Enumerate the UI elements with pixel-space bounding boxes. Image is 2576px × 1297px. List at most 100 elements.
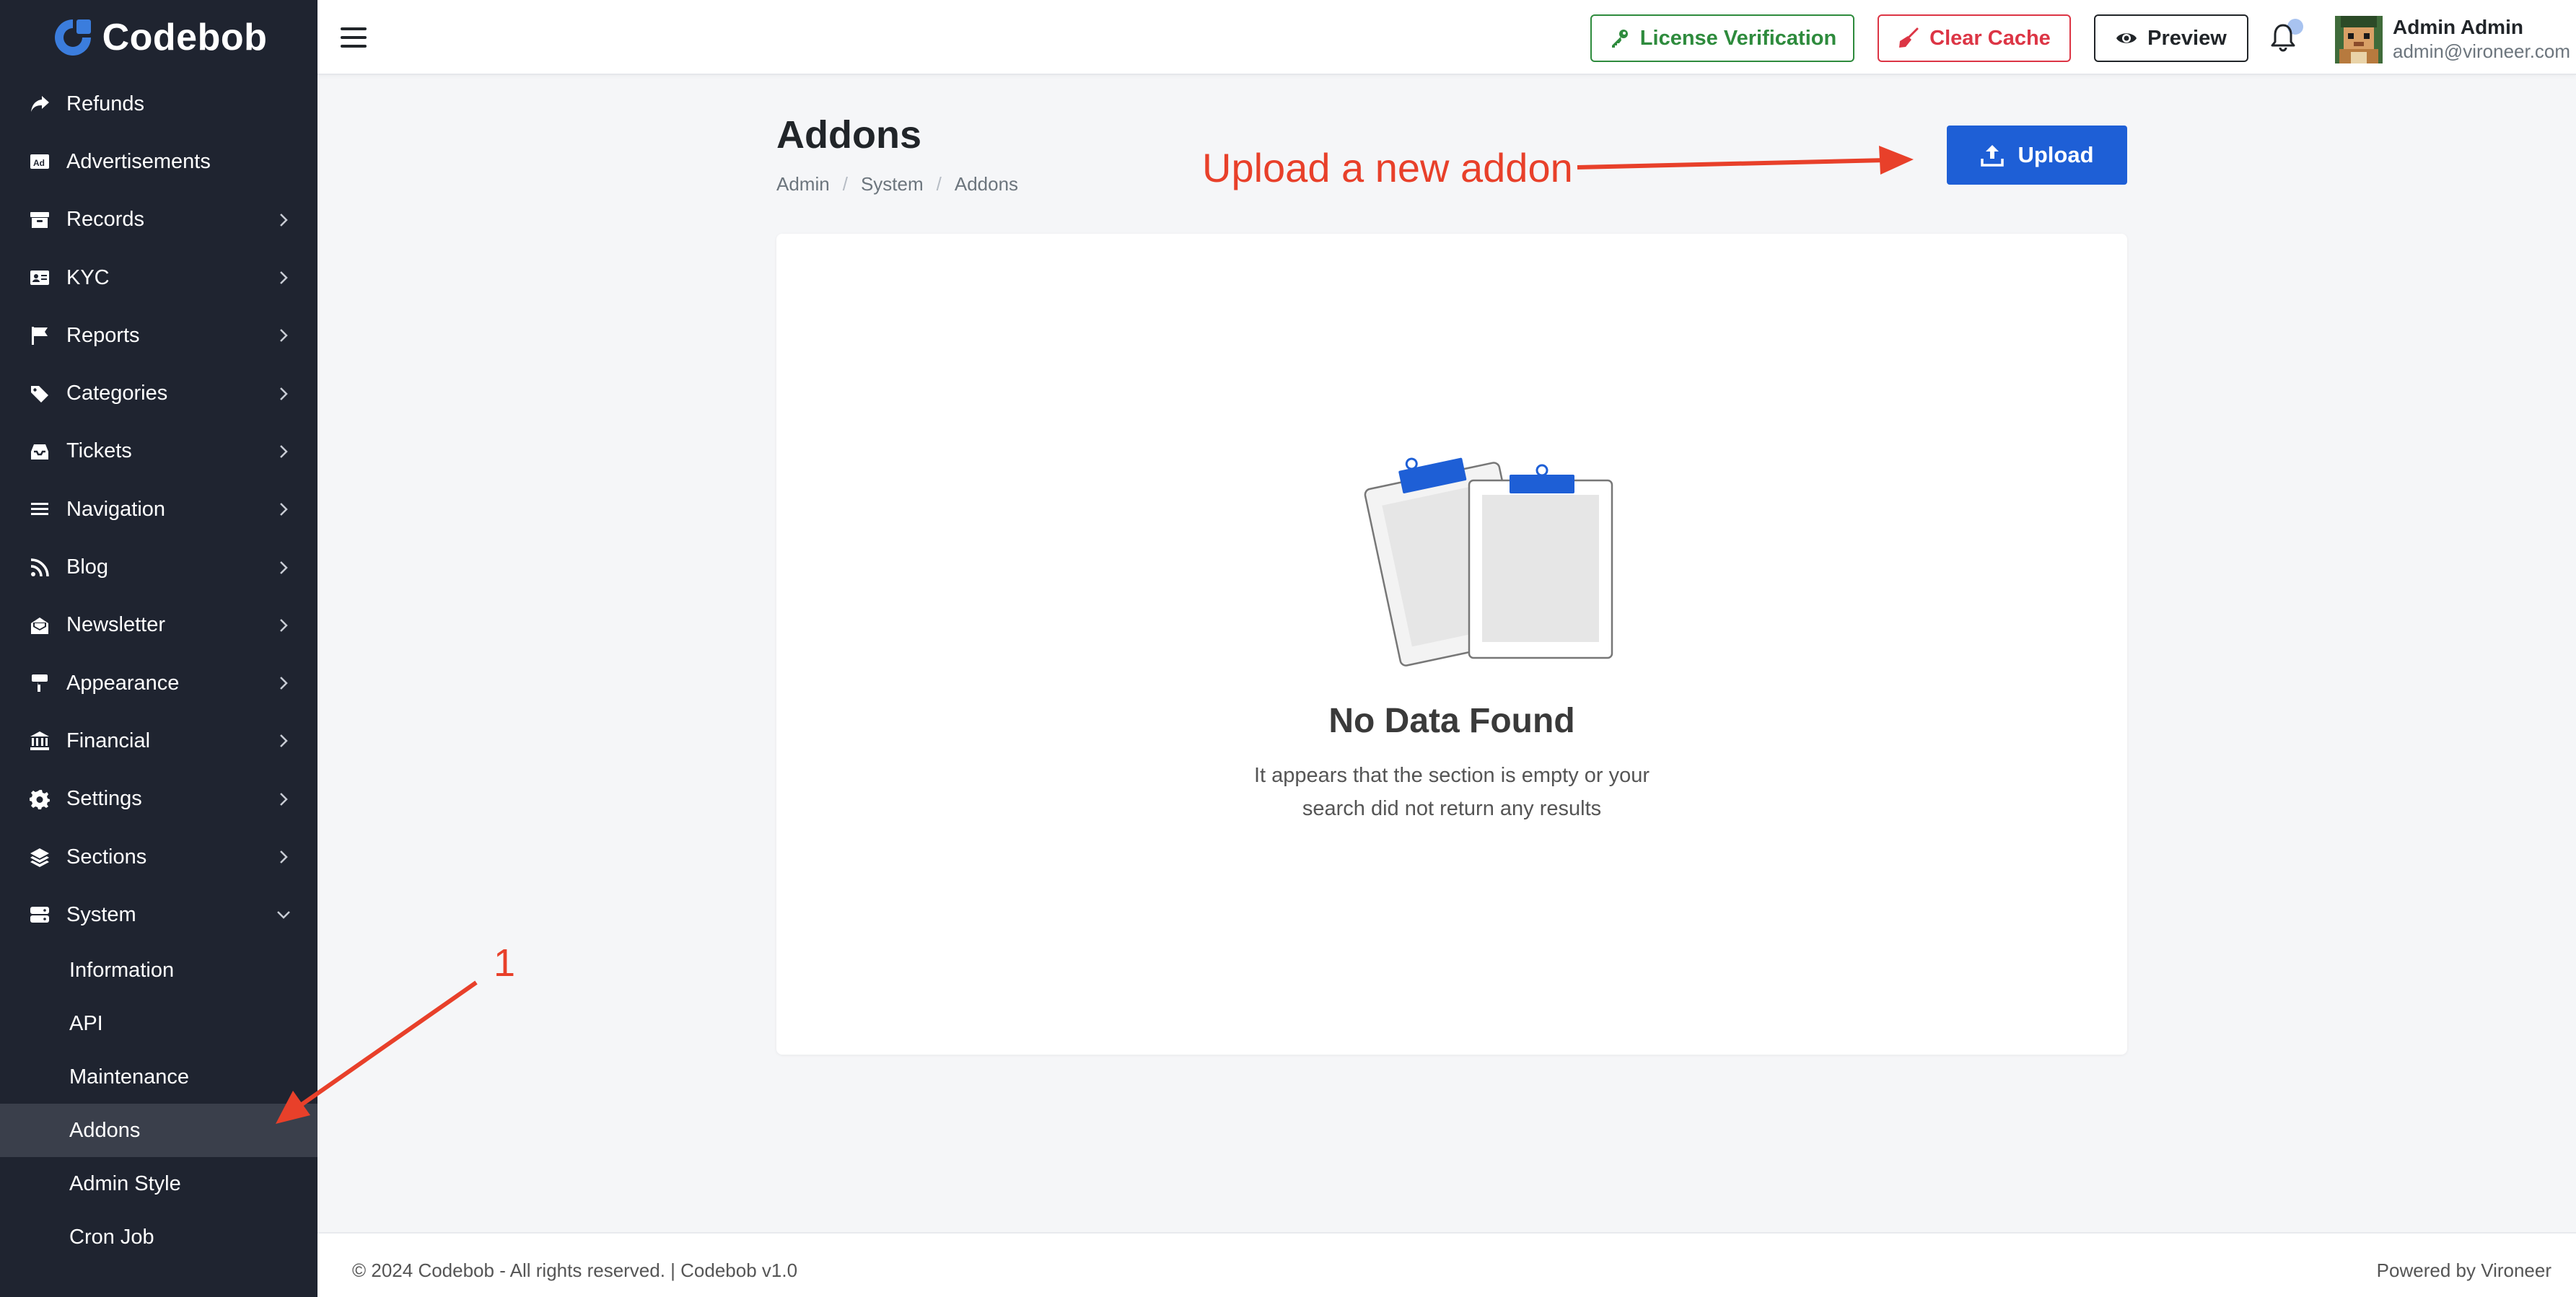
footer-copyright: © 2024 Codebob - All rights reserved. | … bbox=[352, 1259, 798, 1281]
flag-icon bbox=[27, 323, 52, 348]
envelope-open-icon bbox=[27, 613, 52, 638]
tags-icon bbox=[27, 382, 52, 406]
archive-icon bbox=[27, 208, 52, 232]
codebob-logo-icon bbox=[54, 19, 91, 56]
sidebar-subitem-maintenance[interactable]: Maintenance bbox=[0, 1050, 317, 1104]
breadcrumb-item-admin[interactable]: Admin bbox=[776, 173, 830, 195]
ad-icon: Ad bbox=[27, 149, 52, 174]
chevron-right-icon bbox=[280, 387, 288, 400]
addons-card: No Data Found It appears that the sectio… bbox=[776, 234, 2127, 1055]
sidebar-item-system[interactable]: System bbox=[0, 886, 317, 944]
empty-state-line-1: It appears that the section is empty or … bbox=[1253, 764, 1650, 787]
share-icon bbox=[27, 92, 52, 116]
chevron-right-icon bbox=[280, 618, 288, 632]
sidebar-subitem-cron-job[interactable]: Cron Job bbox=[0, 1210, 317, 1264]
upload-annotation-label: Upload a new addon bbox=[1202, 145, 1573, 190]
preview-button[interactable]: Preview bbox=[2094, 14, 2248, 62]
sidebar: Codebob Refunds Ad Advertisements Records KY… bbox=[0, 0, 317, 1297]
chevron-right-icon bbox=[280, 329, 288, 343]
sidebar-item-appearance[interactable]: Appearance bbox=[0, 654, 317, 712]
footer-powered-by[interactable]: Powered by Vironeer bbox=[2377, 1259, 2551, 1282]
sidebar-item-navigation[interactable]: Navigation bbox=[0, 480, 317, 538]
brand[interactable]: Codebob bbox=[0, 0, 317, 75]
sidebar-item-tickets[interactable]: Tickets bbox=[0, 423, 317, 480]
id-card-icon bbox=[27, 265, 52, 290]
clear-cache-button[interactable]: Clear Cache bbox=[1878, 14, 2071, 62]
upload-label: Upload bbox=[2018, 142, 2094, 167]
sidebar-subitem-information[interactable]: Information bbox=[0, 944, 317, 997]
breadcrumb-separator: / bbox=[936, 173, 942, 195]
svg-text:Ad: Ad bbox=[33, 158, 45, 168]
sidebar-subitem-addons[interactable]: Addons bbox=[0, 1104, 317, 1158]
sidebar-item-records[interactable]: Records bbox=[0, 191, 317, 249]
sidebar-item-label: Newsletter bbox=[66, 613, 165, 637]
bank-icon bbox=[27, 729, 52, 753]
bell-icon[interactable] bbox=[2267, 22, 2299, 53]
sidebar-subitem-admin-style[interactable]: Admin Style bbox=[0, 1157, 317, 1210]
sidebar-item-blog[interactable]: Blog bbox=[0, 538, 317, 596]
license-verification-button[interactable]: License Verification bbox=[1590, 14, 1854, 62]
sidebar-item-label: Navigation bbox=[66, 497, 166, 521]
sidebar-item-label: Financial bbox=[66, 729, 151, 752]
empty-clipboard-illustration bbox=[1364, 457, 1613, 667]
chevron-right-icon bbox=[280, 213, 288, 227]
paint-roller-icon bbox=[27, 671, 52, 695]
layers-icon bbox=[27, 845, 52, 869]
sidebar-item-kyc[interactable]: KYC bbox=[0, 249, 317, 307]
sidebar-item-label: Tickets bbox=[66, 439, 132, 463]
gear-icon bbox=[27, 787, 52, 812]
sidebar-item-sections[interactable]: Sections bbox=[0, 828, 317, 886]
sidebar-item-categories[interactable]: Categories bbox=[0, 364, 317, 422]
chevron-right-icon bbox=[280, 792, 288, 806]
empty-state-title: No Data Found bbox=[1328, 702, 1575, 740]
menu-toggle-icon[interactable] bbox=[339, 23, 368, 52]
license-verification-label: License Verification bbox=[1639, 26, 1837, 50]
sidebar-item-label: Reports bbox=[66, 323, 140, 347]
breadcrumb-item-addons: Addons bbox=[954, 173, 1019, 195]
breadcrumb-item-system[interactable]: System bbox=[861, 173, 924, 195]
upload-icon bbox=[1981, 145, 2005, 167]
clear-cache-label: Clear Cache bbox=[1929, 26, 2051, 50]
chevron-right-icon bbox=[280, 677, 288, 690]
upload-button[interactable]: Upload bbox=[1947, 126, 2127, 185]
footer: © 2024 Codebob - All rights reserved. | … bbox=[317, 1232, 2576, 1297]
user-email: admin@vironeer.com bbox=[2393, 40, 2571, 62]
sidebar-item-newsletter[interactable]: Newsletter bbox=[0, 597, 317, 654]
sidebar-item-label: System bbox=[66, 902, 136, 926]
rss-icon bbox=[27, 555, 52, 580]
sidebar-item-label: Advertisements bbox=[66, 149, 211, 173]
chevron-right-icon bbox=[280, 560, 288, 574]
key-icon bbox=[1611, 30, 1628, 48]
chevron-right-icon bbox=[280, 850, 288, 863]
chevron-down-icon bbox=[277, 911, 290, 920]
chevron-right-icon bbox=[280, 445, 288, 458]
sidebar-item-label: Settings bbox=[66, 787, 142, 811]
sidebar-item-settings[interactable]: Settings bbox=[0, 770, 317, 828]
chevron-right-icon bbox=[280, 734, 288, 748]
breadcrumb: Admin / System / Addons bbox=[776, 173, 1018, 195]
bars-icon bbox=[27, 497, 52, 522]
user-name[interactable]: Admin Admin bbox=[2393, 16, 2523, 39]
empty-state-description: It appears that the section is empty or … bbox=[776, 759, 2127, 825]
sidebar-item-label: KYC bbox=[66, 265, 110, 289]
sidebar-item-advertisements[interactable]: Ad Advertisements bbox=[0, 133, 317, 190]
sidebar-item-label: Blog bbox=[66, 555, 109, 579]
sidebar-item-label: Appearance bbox=[66, 671, 180, 695]
brand-name: Codebob bbox=[102, 17, 268, 58]
eye-icon bbox=[2116, 33, 2137, 43]
sidebar-subitem-api[interactable]: API bbox=[0, 997, 317, 1050]
sidebar-item-refunds[interactable]: Refunds bbox=[0, 75, 317, 133]
step-number-annotation: 1 bbox=[494, 941, 516, 985]
broom-icon bbox=[1899, 27, 1919, 48]
topbar: License Verification Clear Cache Preview… bbox=[317, 0, 2576, 75]
sidebar-item-reports[interactable]: Reports bbox=[0, 307, 317, 364]
sidebar-item-label: Sections bbox=[66, 845, 147, 869]
sidebar-item-label: Records bbox=[66, 208, 144, 232]
chevron-right-icon bbox=[280, 271, 288, 284]
inbox-icon bbox=[27, 439, 52, 464]
chevron-right-icon bbox=[280, 503, 288, 516]
avatar[interactable] bbox=[2335, 16, 2383, 63]
sidebar-item-label: Categories bbox=[66, 382, 168, 405]
server-icon bbox=[27, 902, 52, 927]
sidebar-item-financial[interactable]: Financial bbox=[0, 712, 317, 770]
